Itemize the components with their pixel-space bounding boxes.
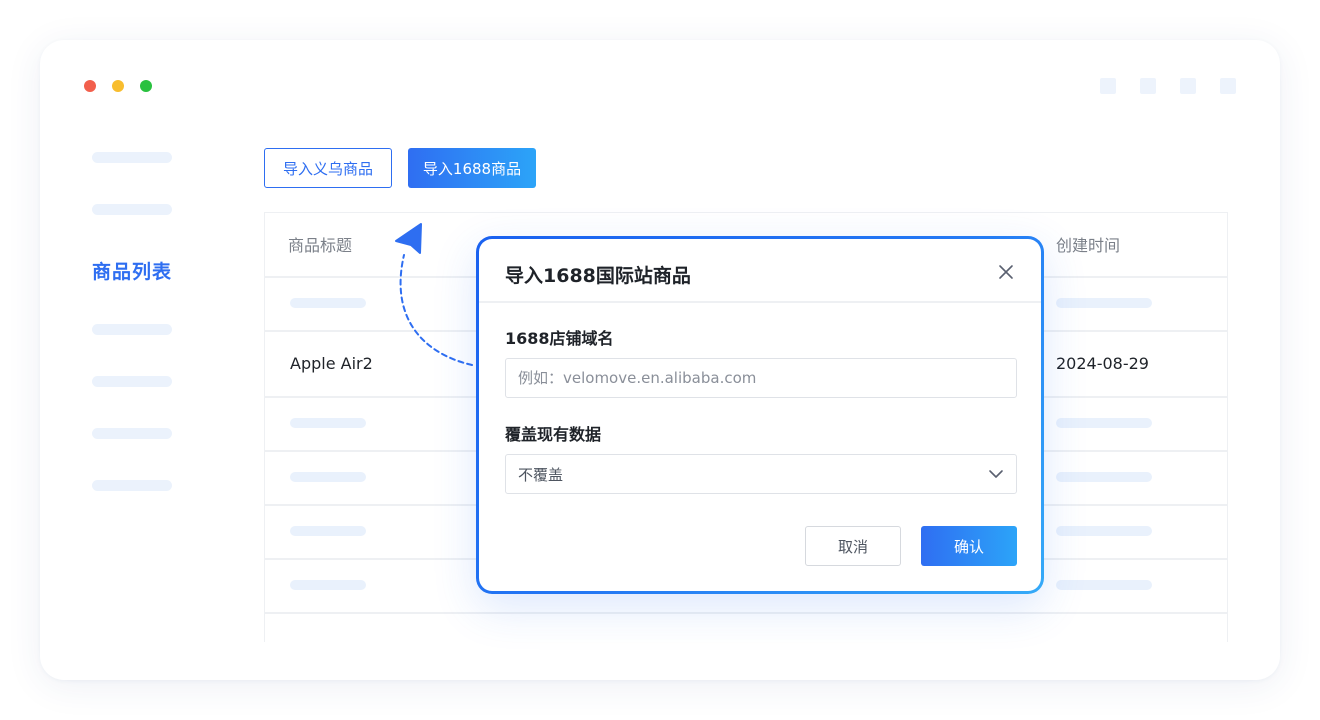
cell-placeholder <box>1056 580 1152 590</box>
window-maximize-dot[interactable] <box>140 80 152 92</box>
import-yiwu-button[interactable]: 导入义乌商品 <box>264 148 392 188</box>
close-icon[interactable] <box>997 263 1015 281</box>
overwrite-field-label: 覆盖现有数据 <box>505 425 602 444</box>
cell-placeholder <box>1056 526 1152 536</box>
dialog-title: 导入1688国际站商品 <box>505 265 691 287</box>
column-header-created: 创建时间 <box>1056 236 1121 255</box>
import-1688-button[interactable]: 导入1688商品 <box>408 148 536 188</box>
dialog-body: 导入1688国际站商品 1688店铺域名 覆盖现有数据 不覆盖 取消 确认 <box>479 239 1041 591</box>
sidebar-item-product-list[interactable]: 商品列表 <box>92 257 172 284</box>
cell-placeholder <box>290 580 366 590</box>
sidebar-item-placeholder[interactable] <box>92 324 172 335</box>
sidebar-item-placeholder[interactable] <box>92 152 172 163</box>
window-toolbar-square <box>1100 78 1116 94</box>
window-toolbar-square <box>1180 78 1196 94</box>
pointer-arrow-icon <box>395 223 473 366</box>
cell-placeholder <box>290 298 366 308</box>
cell-placeholder <box>1056 298 1152 308</box>
sidebar-item-placeholder[interactable] <box>92 428 172 439</box>
domain-input[interactable] <box>505 358 1017 398</box>
cancel-button[interactable]: 取消 <box>805 526 901 566</box>
sidebar-item-placeholder[interactable] <box>92 204 172 215</box>
cell-created-date: 2024-08-29 <box>1056 354 1149 373</box>
overwrite-select-value: 不覆盖 <box>518 465 564 484</box>
chevron-down-icon <box>989 470 1003 478</box>
confirm-button[interactable]: 确认 <box>921 526 1017 566</box>
cell-placeholder <box>290 418 366 428</box>
cell-product-title: Apple Air2 <box>290 354 373 373</box>
window-toolbar-square <box>1140 78 1156 94</box>
cell-placeholder <box>1056 418 1152 428</box>
window-toolbar-square <box>1220 78 1236 94</box>
window-close-dot[interactable] <box>84 80 96 92</box>
sidebar-item-placeholder[interactable] <box>92 480 172 491</box>
row-divider <box>265 612 1227 614</box>
cell-placeholder <box>290 526 366 536</box>
cell-placeholder <box>1056 472 1152 482</box>
cell-placeholder <box>290 472 366 482</box>
import-1688-dialog: 导入1688国际站商品 1688店铺域名 覆盖现有数据 不覆盖 取消 确认 <box>476 236 1044 594</box>
column-header-title: 商品标题 <box>288 236 353 255</box>
overwrite-select[interactable]: 不覆盖 <box>505 454 1017 494</box>
domain-field-label: 1688店铺域名 <box>505 329 614 348</box>
window-minimize-dot[interactable] <box>112 80 124 92</box>
sidebar-item-placeholder[interactable] <box>92 376 172 387</box>
dialog-divider <box>479 301 1041 303</box>
